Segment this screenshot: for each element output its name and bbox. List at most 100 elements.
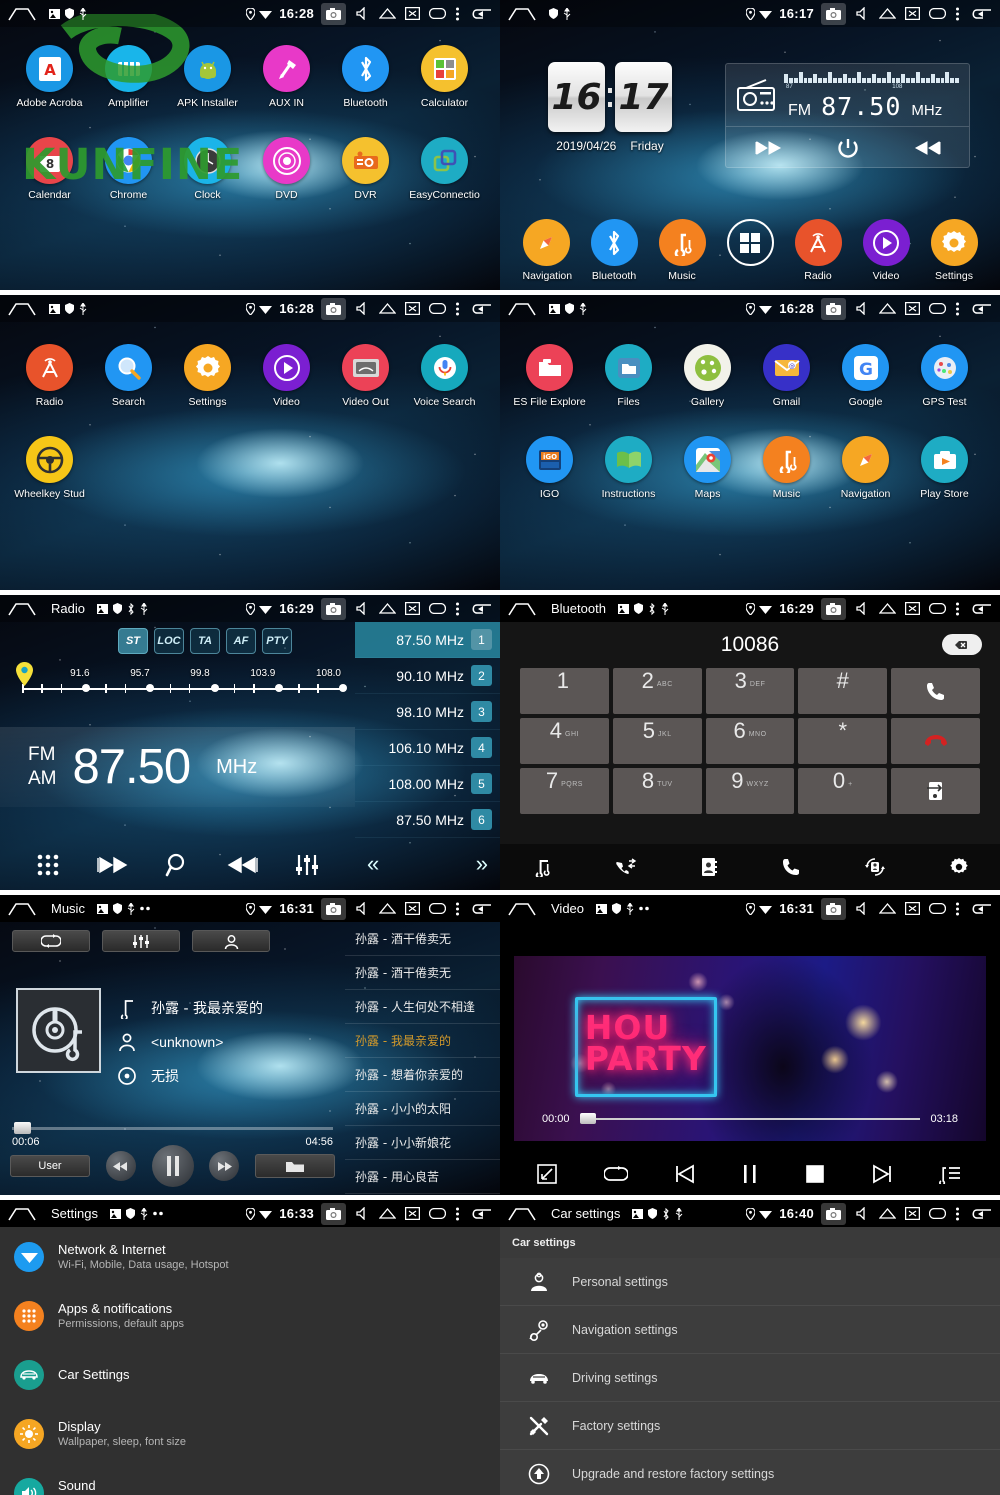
video-surface[interactable]: HOU PARTY 00:00 03:18: [514, 956, 986, 1141]
artist-button[interactable]: [192, 930, 270, 952]
app-gps-test[interactable]: GPS Test: [905, 344, 984, 408]
radio-button-af[interactable]: AF: [226, 628, 256, 654]
previous-icon[interactable]: [754, 141, 782, 155]
close-window-icon[interactable]: [905, 7, 920, 20]
next-icon[interactable]: [227, 856, 259, 874]
eject-icon[interactable]: [379, 902, 396, 915]
car-settings-item-upgrade[interactable]: Upgrade and restore factory settings: [500, 1450, 1000, 1495]
eject-icon[interactable]: [379, 302, 396, 315]
eject-icon[interactable]: [379, 1207, 396, 1220]
app-radio[interactable]: Radio: [10, 344, 89, 408]
app-bluetooth[interactable]: Bluetooth: [326, 45, 405, 109]
overflow-menu-icon[interactable]: [955, 1207, 960, 1221]
key-8[interactable]: 8TUV: [613, 768, 702, 814]
home-icon[interactable]: [507, 602, 537, 616]
close-window-icon[interactable]: [405, 7, 420, 20]
dock-item-music[interactable]: Music: [659, 219, 706, 282]
settings-item-apps[interactable]: Apps & notifications Permissions, defaul…: [0, 1286, 500, 1345]
app-files[interactable]: Files: [589, 344, 668, 408]
hangup-button[interactable]: [891, 718, 980, 764]
recents-icon[interactable]: [429, 903, 446, 914]
camera-icon[interactable]: [321, 298, 346, 320]
next-track-icon[interactable]: [872, 1164, 892, 1184]
eject-icon[interactable]: [879, 902, 896, 915]
close-window-icon[interactable]: [405, 902, 420, 915]
list-item[interactable]: 孙露 - 想着你亲爱的: [345, 1058, 500, 1092]
car-settings-item-personal[interactable]: Personal settings: [500, 1258, 1000, 1306]
dock-item-radio[interactable]: Radio: [795, 219, 842, 282]
eject-icon[interactable]: [379, 7, 396, 20]
app-wheelkey-study[interactable]: Wheelkey Stud: [10, 436, 89, 500]
recents-icon[interactable]: [929, 1208, 946, 1219]
dock-item-app-drawer[interactable]: [727, 219, 774, 282]
app-maps[interactable]: Maps: [668, 436, 747, 500]
eject-icon[interactable]: [379, 602, 396, 615]
key-star[interactable]: *: [798, 718, 887, 764]
dock-item-settings[interactable]: Settings: [931, 219, 978, 282]
camera-icon[interactable]: [321, 1203, 346, 1225]
key-hash[interactable]: #: [798, 668, 887, 714]
radio-widget[interactable]: 87 108 FM 87.50 MHz: [725, 63, 970, 168]
call-button[interactable]: [891, 668, 980, 714]
recents-icon[interactable]: [429, 603, 446, 614]
preset-4[interactable]: 106.10 MHz 4: [355, 730, 500, 766]
overflow-menu-icon[interactable]: [955, 602, 960, 616]
app-calculator[interactable]: Calculator: [405, 45, 484, 109]
video-progress[interactable]: 00:00 03:18: [542, 1113, 958, 1125]
list-item[interactable]: 孙露 - 小小新娘花: [345, 1126, 500, 1160]
next-icon[interactable]: [914, 141, 942, 155]
camera-icon[interactable]: [821, 298, 846, 320]
camera-icon[interactable]: [321, 3, 346, 25]
key-7[interactable]: 7PQRS: [520, 768, 609, 814]
close-window-icon[interactable]: [405, 302, 420, 315]
recents-icon[interactable]: [929, 903, 946, 914]
app-dvr[interactable]: DVR: [326, 137, 405, 201]
radio-button-st[interactable]: ST: [118, 628, 148, 654]
close-window-icon[interactable]: [905, 302, 920, 315]
call-log-icon[interactable]: [615, 857, 637, 877]
list-item[interactable]: 孙露 - 人生何处不相逢: [345, 990, 500, 1024]
overflow-menu-icon[interactable]: [455, 1207, 460, 1221]
settings-item-sound[interactable]: Sound Volume, vibration, Do Not Disturb: [0, 1463, 500, 1495]
app-play-store[interactable]: Play Store: [905, 436, 984, 500]
eject-icon[interactable]: [879, 302, 896, 315]
stop-icon[interactable]: [805, 1164, 825, 1184]
mute-icon[interactable]: [855, 602, 870, 615]
repeat-icon[interactable]: [604, 1166, 628, 1182]
mute-icon[interactable]: [355, 1207, 370, 1220]
overflow-menu-icon[interactable]: [955, 902, 960, 916]
home-icon[interactable]: [7, 7, 37, 21]
key-6[interactable]: 6MNO: [706, 718, 795, 764]
equalizer-icon[interactable]: [295, 853, 319, 877]
home-icon[interactable]: [7, 302, 37, 316]
mute-icon[interactable]: [355, 902, 370, 915]
dock-item-video[interactable]: Video: [863, 219, 910, 282]
preset-6[interactable]: 87.50 MHz 6: [355, 802, 500, 838]
mute-icon[interactable]: [855, 7, 870, 20]
close-window-icon[interactable]: [905, 602, 920, 615]
home-icon[interactable]: [507, 302, 537, 316]
key-9[interactable]: 9WXYZ: [706, 768, 795, 814]
dock-item-bluetooth[interactable]: Bluetooth: [591, 219, 638, 282]
overflow-menu-icon[interactable]: [955, 7, 960, 21]
recents-icon[interactable]: [929, 8, 946, 19]
app-igo[interactable]: iGO IGO: [510, 436, 589, 500]
back-icon[interactable]: [469, 302, 493, 316]
overflow-menu-icon[interactable]: [955, 302, 960, 316]
settings-item-network[interactable]: Network & Internet Wi-Fi, Mobile, Data u…: [0, 1227, 500, 1286]
power-icon[interactable]: [837, 137, 859, 159]
radio-band-am[interactable]: AM: [28, 767, 57, 791]
camera-icon[interactable]: [321, 598, 346, 620]
home-icon[interactable]: [507, 902, 537, 916]
rewind-button[interactable]: [106, 1151, 136, 1181]
radio-button-pty[interactable]: PTY: [262, 628, 292, 654]
grid-icon[interactable]: [36, 853, 60, 877]
playlist-icon[interactable]: [938, 1164, 962, 1184]
bt-settings-icon[interactable]: [949, 857, 969, 877]
back-icon[interactable]: [469, 902, 493, 916]
mute-icon[interactable]: [855, 902, 870, 915]
video-progress-thumb[interactable]: [580, 1113, 596, 1124]
eject-icon[interactable]: [879, 7, 896, 20]
back-icon[interactable]: [969, 902, 993, 916]
app-settings[interactable]: Settings: [168, 344, 247, 408]
